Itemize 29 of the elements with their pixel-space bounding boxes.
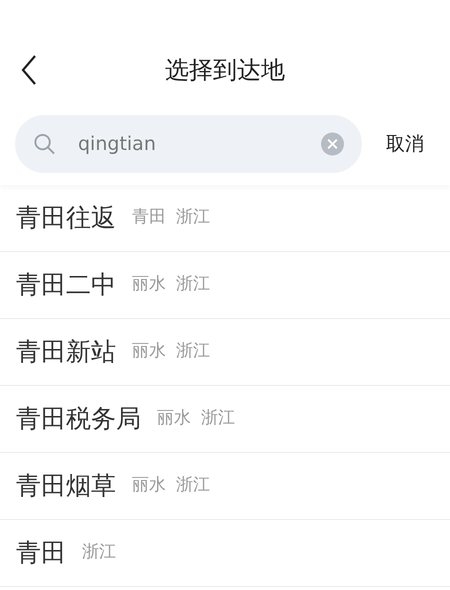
region-label: 浙江: [176, 340, 210, 364]
region-label: 丽水: [132, 273, 166, 296]
region-label: 浙江: [176, 474, 210, 498]
place-name: 青田新站: [16, 336, 116, 368]
cancel-button[interactable]: 取消: [386, 130, 424, 158]
region-label: 丽水: [132, 340, 166, 364]
region-label: 浙江: [176, 206, 210, 230]
result-item[interactable]: 青田二中 丽水 浙江: [0, 252, 450, 319]
result-item[interactable]: 青田税务局 丽水 浙江: [0, 386, 450, 453]
region-label: 浙江: [201, 407, 235, 430]
region-label: 青田: [132, 206, 166, 230]
place-name: 青田烟草: [16, 470, 116, 502]
place-name: 青田二中: [16, 269, 116, 302]
place-name: 青田往返: [16, 202, 116, 234]
back-icon: [21, 55, 37, 85]
search-icon: [33, 132, 56, 156]
result-item[interactable]: 青田新站 丽水 浙江: [0, 319, 450, 386]
region-label: 丽水: [132, 474, 166, 498]
result-item[interactable]: 青田往返 青田 浙江: [0, 185, 450, 252]
page-title: 选择到达地: [165, 55, 285, 86]
region-label: 丽水: [157, 407, 191, 430]
region-label: 浙江: [82, 541, 116, 564]
place-name: 青田: [16, 537, 66, 570]
result-item[interactable]: 青田烟草 丽水 浙江: [0, 453, 450, 520]
region-label: 浙江: [176, 273, 210, 296]
search-field[interactable]: qingtian: [15, 115, 362, 173]
result-item[interactable]: 青田 浙江: [0, 520, 450, 587]
place-name: 青田税务局: [16, 403, 141, 436]
search-input[interactable]: qingtian: [78, 130, 321, 158]
